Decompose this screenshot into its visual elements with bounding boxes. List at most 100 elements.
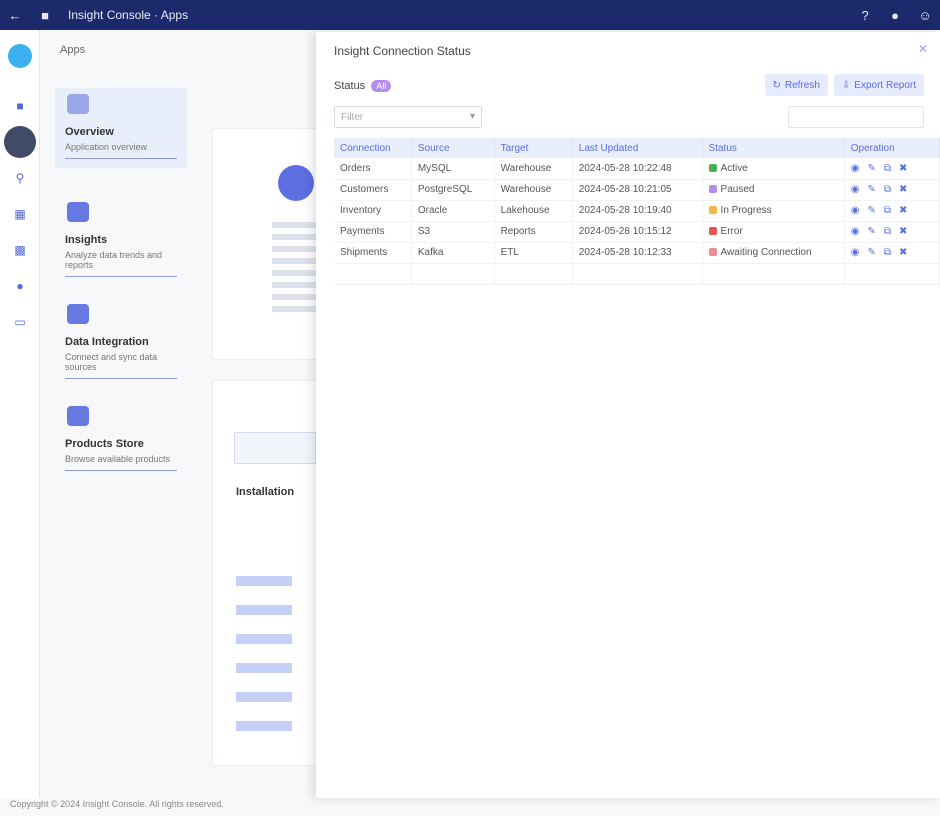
empty-cell [572, 263, 703, 285]
connections-table: Connection Source Target Last Updated St… [334, 138, 940, 285]
table-row[interactable]: Orders MySQL Warehouse 2024-05-28 10:22:48 A… [334, 158, 940, 180]
delete-icon[interactable]: ✖ [899, 163, 907, 174]
docs-icon[interactable]: ▭ [0, 304, 40, 340]
app-card-products-store[interactable]: Products Store Browse available products [55, 400, 187, 480]
view-details-link[interactable] [236, 663, 292, 673]
close-icon[interactable]: ✕ [918, 42, 928, 56]
refresh-button[interactable]: ↻ Refresh [764, 74, 828, 96]
edit-icon[interactable]: ✎ [867, 205, 875, 216]
refresh-label: Refresh [784, 79, 820, 91]
notification-icon[interactable]: ● [880, 0, 910, 30]
status-drawer: Insight Connection Status ✕ Status All ↻… [316, 32, 940, 798]
status-badge[interactable]: All [371, 80, 392, 92]
status-text: In Progress [720, 205, 772, 216]
status-label: Status [334, 80, 366, 92]
empty-cell [494, 263, 573, 285]
cell-connection: Customers [334, 179, 412, 201]
table-row[interactable]: Shipments Kafka ETL 2024-05-28 10:12:33 Awai… [334, 242, 940, 264]
app-icon[interactable]: ■ [30, 0, 60, 30]
top-bar: ← ■ Insight Console · Apps ? ● ☺ [0, 0, 940, 30]
card-title: Overview [65, 126, 114, 138]
chevron-down-icon: ▾ [469, 111, 475, 122]
view-icon[interactable]: ◉ [851, 205, 860, 216]
export-label: Export Report [854, 79, 916, 91]
chart-icon[interactable]: ▩ [0, 232, 40, 268]
copy-icon[interactable]: ⧉ [884, 184, 891, 195]
install-heading: Installation [236, 486, 295, 498]
cell-status: In Progress [702, 200, 845, 222]
card-title: Data Integration [65, 336, 149, 348]
edit-icon[interactable]: ✎ [867, 184, 875, 195]
delete-icon[interactable]: ✖ [899, 247, 907, 258]
apps-icon[interactable] [0, 124, 40, 160]
col-operation: Operation [844, 138, 940, 158]
delete-icon[interactable]: ✖ [899, 205, 907, 216]
view-icon[interactable]: ◉ [851, 163, 860, 174]
overview-icon [67, 94, 89, 114]
status-dot-icon [708, 206, 717, 215]
filter-select[interactable]: Filter ▾ [334, 106, 482, 128]
card-desc: Application overview [65, 142, 148, 152]
home-icon[interactable]: ■ [0, 88, 40, 124]
cell-source: Kafka [411, 242, 495, 264]
copy-icon[interactable]: ⧉ [884, 247, 891, 258]
cell-connection: Shipments [334, 242, 412, 264]
edit-icon[interactable]: ✎ [867, 247, 875, 258]
status-dot-icon [708, 185, 717, 194]
user-icon[interactable]: ☺ [910, 0, 940, 30]
col-target[interactable]: Target [494, 138, 573, 158]
app-card-overview[interactable]: Overview Application overview [55, 88, 187, 168]
cell-updated: 2024-05-28 10:12:33 [572, 242, 703, 264]
table-row[interactable]: Inventory Oracle Lakehouse 2024-05-28 10:19… [334, 200, 940, 222]
cell-target: Reports [494, 221, 573, 243]
view-details-link[interactable] [236, 692, 292, 702]
cell-target: Warehouse [494, 179, 573, 201]
status-dot-icon [708, 227, 717, 236]
status-text: Awaiting Connection [720, 247, 812, 258]
overview-text [272, 222, 316, 318]
col-status[interactable]: Status [702, 138, 845, 158]
cell-source: Oracle [411, 200, 495, 222]
cell-operation: ◉ ✎ ⧉ ✖ [844, 221, 940, 243]
app-card-insights[interactable]: Insights Analyze data trends and reports [55, 196, 187, 277]
card-divider [65, 276, 177, 277]
cell-source: S3 [411, 221, 495, 243]
settings-icon[interactable]: ● [0, 268, 40, 304]
back-icon[interactable]: ← [0, 0, 30, 30]
col-source[interactable]: Source [411, 138, 495, 158]
cell-updated: 2024-05-28 10:22:48 [572, 158, 703, 180]
delete-icon[interactable]: ✖ [899, 226, 907, 237]
card-title: Insights [65, 234, 108, 246]
cell-status: Error [702, 221, 845, 243]
copy-icon[interactable]: ⧉ [884, 226, 891, 237]
search-input[interactable] [788, 106, 924, 128]
table-row[interactable]: Payments S3 Reports 2024-05-28 10:15:12 Erro… [334, 221, 940, 243]
cell-updated: 2024-05-28 10:19:40 [572, 200, 703, 222]
view-details-link[interactable] [236, 576, 292, 586]
view-details-link[interactable] [236, 634, 292, 644]
copy-icon[interactable]: ⧉ [884, 163, 891, 174]
data-icon[interactable]: ▦ [0, 196, 40, 232]
delete-icon[interactable]: ✖ [899, 184, 907, 195]
edit-icon[interactable]: ✎ [867, 163, 875, 174]
help-icon[interactable]: ? [850, 0, 880, 30]
view-icon[interactable]: ◉ [851, 226, 860, 237]
col-updated[interactable]: Last Updated [572, 138, 703, 158]
edit-icon[interactable]: ✎ [867, 226, 875, 237]
app-card-data-integration[interactable]: Data Integration Connect and sync data s… [55, 298, 187, 379]
view-details-link[interactable] [236, 605, 292, 615]
view-icon[interactable]: ◉ [851, 184, 860, 195]
refresh-icon: ↻ [772, 79, 781, 91]
view-icon[interactable]: ◉ [851, 247, 860, 258]
cell-connection: Inventory [334, 200, 412, 222]
view-details-link[interactable] [236, 721, 292, 731]
empty-cell [702, 263, 845, 285]
copy-icon[interactable]: ⧉ [884, 205, 891, 216]
export-button[interactable]: ⇩ Export Report [833, 74, 924, 96]
col-connection[interactable]: Connection [334, 138, 412, 158]
search-icon[interactable]: ⚲ [0, 160, 40, 196]
table-row[interactable]: Customers PostgreSQL Warehouse 2024-05-28 1… [334, 179, 940, 201]
filter-placeholder: Filter [341, 112, 364, 123]
cell-connection: Payments [334, 221, 412, 243]
footer-text: Copyright © 2024 Insight Console. All ri… [10, 799, 224, 809]
